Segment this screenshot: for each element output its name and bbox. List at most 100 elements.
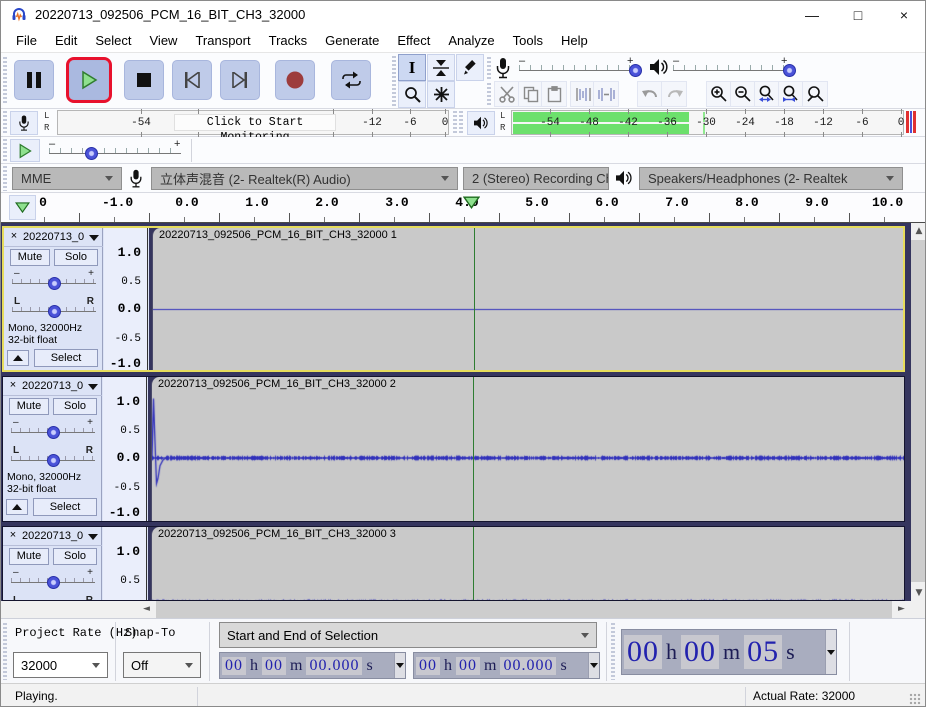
menu-help[interactable]: Help bbox=[552, 31, 597, 50]
redo-button[interactable] bbox=[661, 81, 687, 107]
position-seconds[interactable]: 05 bbox=[744, 635, 782, 669]
gain-slider[interactable]: –+ bbox=[11, 569, 95, 589]
vertical-scrollbar[interactable]: ▲ ▼ bbox=[911, 223, 926, 601]
pan-slider[interactable]: LR bbox=[11, 447, 95, 467]
solo-button[interactable]: Solo bbox=[53, 398, 97, 415]
pan-slider-thumb[interactable] bbox=[48, 305, 61, 318]
track-select-button[interactable]: Select bbox=[34, 349, 98, 367]
paste-button[interactable] bbox=[541, 81, 567, 107]
time-format-dropdown[interactable] bbox=[394, 653, 405, 678]
playhead-icon[interactable] bbox=[463, 196, 480, 209]
project-rate-select[interactable]: 32000 bbox=[13, 652, 108, 678]
vertical-scrollbar-thumb[interactable] bbox=[911, 240, 926, 582]
selection-toolbar-grip[interactable] bbox=[3, 623, 7, 680]
collapse-track-button[interactable] bbox=[7, 350, 29, 366]
track-title[interactable]: 20220713_0 bbox=[22, 530, 83, 542]
end-hours[interactable]: 00 bbox=[416, 657, 440, 675]
recording-meter-grip[interactable] bbox=[3, 111, 7, 135]
solo-button[interactable]: Solo bbox=[53, 548, 97, 565]
zoom-tool-button[interactable] bbox=[398, 81, 426, 108]
mute-button[interactable]: Mute bbox=[9, 398, 49, 415]
track-vertical-ruler[interactable]: 1.00.50.0-0.5-1.0 bbox=[104, 228, 148, 370]
time-format-dropdown[interactable] bbox=[588, 653, 599, 678]
track-menu-icon[interactable] bbox=[88, 534, 98, 540]
multi-tool-button[interactable] bbox=[427, 81, 455, 108]
recording-device-select[interactable]: 立体声混音 (2- Realtek(R) Audio) bbox=[151, 167, 458, 190]
playback-meter-grip2[interactable] bbox=[459, 111, 463, 135]
silence-selection-button[interactable] bbox=[593, 81, 619, 107]
playback-meter-grip[interactable] bbox=[453, 111, 457, 135]
track-close-button[interactable]: × bbox=[6, 529, 20, 543]
device-toolbar-grip[interactable] bbox=[3, 166, 7, 191]
fit-project-button[interactable] bbox=[778, 81, 804, 107]
track-control-panel[interactable]: ×20220713_0MuteSolo–+LRMono, 32000Hz32-b… bbox=[3, 527, 102, 600]
menu-transport[interactable]: Transport bbox=[186, 31, 259, 50]
scroll-down-arrow[interactable]: ▼ bbox=[911, 585, 926, 601]
zoom-toggle-button[interactable] bbox=[802, 81, 828, 107]
audio-clip[interactable]: 20220713_092506_PCM_16_BIT_CH3_32000 2 bbox=[151, 377, 904, 522]
selection-tool-button[interactable]: I bbox=[398, 54, 426, 81]
pin-playhead-button[interactable] bbox=[9, 195, 36, 220]
track-control-panel[interactable]: ×20220713_0MuteSolo–+LRMono, 32000Hz32-b… bbox=[3, 377, 102, 521]
track-close-button[interactable]: × bbox=[7, 230, 21, 244]
menu-generate[interactable]: Generate bbox=[316, 31, 388, 50]
fit-selection-button[interactable] bbox=[754, 81, 780, 107]
draw-tool-button[interactable] bbox=[456, 54, 484, 81]
audio-position-field[interactable]: 00 h 00 m 05 s bbox=[621, 629, 837, 675]
recording-meter-mic-button[interactable] bbox=[10, 111, 38, 135]
track-control-panel[interactable]: ×20220713_0MuteSolo–+LRMono, 32000Hz32-b… bbox=[4, 228, 103, 370]
track-select-button[interactable]: Select bbox=[33, 498, 97, 516]
audio-clip[interactable]: 20220713_092506_PCM_16_BIT_CH3_32000 1 bbox=[152, 228, 905, 372]
menu-tracks[interactable]: Tracks bbox=[260, 31, 317, 50]
menu-tools[interactable]: Tools bbox=[504, 31, 552, 50]
gain-slider-thumb[interactable] bbox=[47, 576, 60, 589]
audio-clip[interactable]: 20220713_092506_PCM_16_BIT_CH3_32000 3 bbox=[151, 527, 904, 601]
speed-slider-track[interactable] bbox=[49, 153, 181, 154]
play-at-speed-grip[interactable] bbox=[3, 139, 7, 162]
playback-meter[interactable]: -54-48-42-36-30-24-18-12-60 bbox=[511, 110, 904, 135]
record-button[interactable] bbox=[275, 60, 315, 100]
undo-button[interactable] bbox=[637, 81, 663, 107]
menu-effect[interactable]: Effect bbox=[388, 31, 439, 50]
scroll-up-arrow[interactable]: ▲ bbox=[911, 223, 926, 239]
waveform-canvas[interactable] bbox=[152, 544, 905, 601]
time-toolbar-grip[interactable] bbox=[611, 623, 615, 680]
track-vertical-ruler[interactable]: 1.00.50.0-0.5-1.0 bbox=[103, 377, 147, 521]
play-button[interactable] bbox=[69, 60, 109, 100]
end-minutes[interactable]: 00 bbox=[456, 657, 480, 675]
menu-edit[interactable]: Edit bbox=[46, 31, 86, 50]
resize-grip[interactable] bbox=[909, 693, 921, 705]
recording-volume-track[interactable] bbox=[519, 70, 637, 71]
minimize-button[interactable]: — bbox=[789, 1, 835, 29]
collapse-track-button[interactable] bbox=[6, 499, 28, 515]
recording-meter[interactable]: -54-488-12-60 Click to Start Monitoring bbox=[57, 110, 449, 135]
track-2[interactable]: ×20220713_0MuteSolo–+LRMono, 32000Hz32-b… bbox=[2, 376, 905, 522]
selection-start-field[interactable]: 00 h 00 m 00.000 s bbox=[219, 652, 406, 679]
track-menu-icon[interactable] bbox=[88, 384, 98, 390]
cut-button[interactable] bbox=[494, 81, 520, 107]
gain-slider-thumb[interactable] bbox=[48, 277, 61, 290]
waveform-region[interactable]: 20220713_092506_PCM_16_BIT_CH3_32000 3 bbox=[148, 527, 904, 600]
end-seconds[interactable]: 00.000 bbox=[500, 657, 556, 675]
snap-to-select[interactable]: Off bbox=[123, 652, 201, 678]
menu-view[interactable]: View bbox=[141, 31, 187, 50]
position-minutes[interactable]: 00 bbox=[681, 635, 719, 669]
start-minutes[interactable]: 00 bbox=[262, 657, 286, 675]
track-menu-icon[interactable] bbox=[89, 235, 99, 241]
start-seconds[interactable]: 00.000 bbox=[306, 657, 362, 675]
zoom-in-button[interactable] bbox=[706, 81, 732, 107]
gain-slider[interactable]: –+ bbox=[12, 270, 96, 290]
playback-volume-track[interactable] bbox=[673, 70, 791, 71]
menu-analyze[interactable]: Analyze bbox=[439, 31, 503, 50]
pause-button[interactable] bbox=[14, 60, 54, 100]
edit-toolbar-grip[interactable] bbox=[487, 83, 491, 105]
title-bar[interactable]: 20220713_092506_PCM_16_BIT_CH3_32000 — □… bbox=[1, 1, 926, 29]
solo-button[interactable]: Solo bbox=[54, 249, 98, 266]
transport-toolbar-grip[interactable] bbox=[3, 57, 7, 105]
waveform-region[interactable]: 20220713_092506_PCM_16_BIT_CH3_32000 2 bbox=[148, 377, 904, 521]
track-vertical-ruler[interactable]: 1.00.50.0-0.5-1.0 bbox=[103, 527, 147, 600]
track-title[interactable]: 20220713_0 bbox=[22, 380, 83, 392]
menu-file[interactable]: File bbox=[7, 31, 46, 50]
gain-slider[interactable]: –+ bbox=[11, 419, 95, 439]
track-3[interactable]: ×20220713_0MuteSolo–+LRMono, 32000Hz32-b… bbox=[2, 526, 905, 601]
